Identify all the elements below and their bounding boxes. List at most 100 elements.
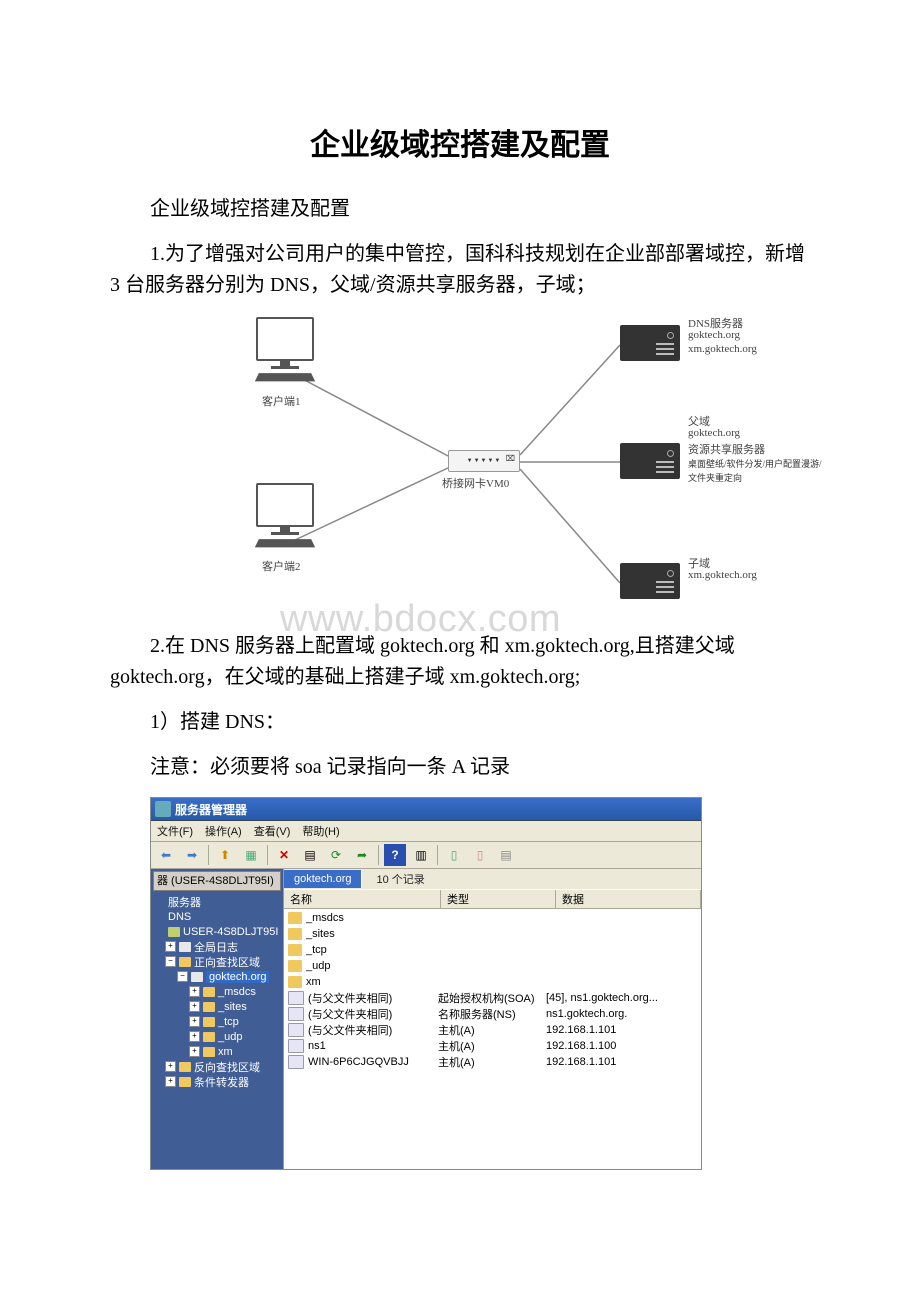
- app-icon: [155, 801, 171, 817]
- record-name: (与父文件夹相同): [308, 990, 438, 1006]
- record-row[interactable]: (与父文件夹相同)起始授权机构(SOA)[45], ns1.goktech.or…: [284, 990, 701, 1006]
- up-button[interactable]: ⬆: [214, 844, 236, 866]
- record-type: 起始授权机构(SOA): [438, 990, 546, 1006]
- menu-help[interactable]: 帮助(H): [302, 823, 339, 839]
- record-name: WIN-6P6CJGQVBJJ: [308, 1056, 438, 1068]
- record-icon: [288, 1055, 304, 1069]
- tree-fwd-zones[interactable]: −正向查找区域: [153, 954, 281, 969]
- record-type: 主机(A): [438, 1038, 546, 1054]
- col-type[interactable]: 类型: [441, 890, 556, 908]
- client2-icon: [250, 483, 320, 553]
- record-name: (与父文件夹相同): [308, 1006, 438, 1022]
- show-button[interactable]: ▦: [240, 844, 262, 866]
- parent-server-icon: [620, 443, 680, 479]
- window-title: 服务器管理器: [175, 801, 247, 818]
- list-button-3[interactable]: ▤: [495, 844, 517, 866]
- client2-label: 客户端2: [262, 558, 301, 574]
- tree-header: 器 (USER-4S8DLJT95I): [153, 871, 281, 891]
- record-name: _tcp: [306, 944, 436, 956]
- properties-button[interactable]: ▤: [299, 844, 321, 866]
- record-name: (与父文件夹相同): [308, 1022, 438, 1038]
- tree-panel: 器 (USER-4S8DLJT95I) 服务器 DNS USER-4S8DLJT…: [151, 869, 284, 1169]
- parent-line2: goktech.org: [688, 427, 740, 439]
- folder-icon: [288, 912, 302, 924]
- tree-dns[interactable]: DNS: [153, 909, 281, 924]
- tree-computer[interactable]: USER-4S8DLJT95I: [153, 924, 281, 939]
- toolbar: ⬅ ➡ ⬆ ▦ ✕ ▤ ⟳ ➦ ? ▥ ▯ ▯ ▤: [151, 842, 701, 869]
- switch-label: 桥接网卡VM0: [442, 475, 509, 491]
- refresh-button[interactable]: ⟳: [325, 844, 347, 866]
- titlebar[interactable]: 服务器管理器: [151, 798, 701, 821]
- menu-file[interactable]: 文件(F): [157, 823, 193, 839]
- tree-global-log[interactable]: +全局日志: [153, 939, 281, 954]
- dns-server-icon: [620, 325, 680, 361]
- menu-action[interactable]: 操作(A): [205, 823, 242, 839]
- network-diagram: 客户端1 客户端2 ▼▼▼▼▼⌧ 桥接网卡VM0 DNS服务器 goktech.…: [190, 315, 730, 625]
- record-rows: _msdcs_sites_tcp_udpxm(与父文件夹相同)起始授权机构(SO…: [284, 909, 701, 1169]
- child-line2: xm.goktech.org: [688, 569, 757, 581]
- record-name: ns1: [308, 1040, 438, 1052]
- folder-icon: [288, 976, 302, 988]
- record-list-panel: goktech.org 10 个记录 名称 类型 数据 _msdcs _sites…: [284, 869, 701, 1169]
- record-row[interactable]: ns1主机(A)192.168.1.100: [284, 1038, 701, 1054]
- paragraph-4: 注意：必须要将 soa 记录指向一条 A 记录: [110, 752, 810, 783]
- menu-view[interactable]: 查看(V): [254, 823, 291, 839]
- record-icon: [288, 1039, 304, 1053]
- tree-tcp[interactable]: +_tcp: [153, 1014, 281, 1029]
- record-name: _sites: [306, 928, 436, 940]
- help-button[interactable]: ?: [384, 844, 406, 866]
- column-headers: 名称 类型 数据: [284, 889, 701, 909]
- record-icon: [288, 1007, 304, 1021]
- tree-cond-fwd[interactable]: +条件转发器: [153, 1074, 281, 1089]
- record-type: 名称服务器(NS): [438, 1006, 546, 1022]
- parent-line3: 资源共享服务器: [688, 441, 765, 457]
- dns-line2: goktech.org: [688, 329, 740, 341]
- server-manager-window: 服务器管理器 文件(F) 操作(A) 查看(V) 帮助(H) ⬅ ➡ ⬆ ▦ ✕…: [150, 797, 702, 1170]
- tree-goktech[interactable]: −goktech.org: [153, 969, 281, 984]
- zone-tab[interactable]: goktech.org: [284, 870, 362, 888]
- tree-rev-zones[interactable]: +反向查找区域: [153, 1059, 281, 1074]
- menubar: 文件(F) 操作(A) 查看(V) 帮助(H): [151, 821, 701, 842]
- forward-button[interactable]: ➡: [181, 844, 203, 866]
- record-icon: [288, 991, 304, 1005]
- doc-title: 企业级域控搭建及配置: [110, 120, 810, 164]
- record-row[interactable]: xm: [284, 974, 701, 990]
- tree-servers[interactable]: 服务器: [153, 894, 281, 909]
- record-row[interactable]: WIN-6P6CJGQVBJJ主机(A)192.168.1.101: [284, 1054, 701, 1070]
- record-name: _udp: [306, 960, 436, 972]
- tree-xm[interactable]: +xm: [153, 1044, 281, 1059]
- back-button[interactable]: ⬅: [155, 844, 177, 866]
- tree-msdcs[interactable]: +_msdcs: [153, 984, 281, 999]
- folder-icon: [288, 944, 302, 956]
- col-name[interactable]: 名称: [284, 890, 441, 908]
- paragraph-2: 2.在 DNS 服务器上配置域 goktech.org 和 xm.goktech…: [110, 631, 810, 693]
- tree-udp[interactable]: +_udp: [153, 1029, 281, 1044]
- tree-sites[interactable]: +_sites: [153, 999, 281, 1014]
- list-button-2[interactable]: ▯: [469, 844, 491, 866]
- record-row[interactable]: _udp: [284, 958, 701, 974]
- parent-line4: 桌面壁纸/软件分发/用户配置漫游/: [688, 457, 822, 470]
- col-data[interactable]: 数据: [556, 890, 701, 908]
- folder-icon: [288, 928, 302, 940]
- record-row[interactable]: _sites: [284, 926, 701, 942]
- record-icon: [288, 1023, 304, 1037]
- parent-line5: 文件夹重定向: [688, 471, 742, 484]
- record-row[interactable]: (与父文件夹相同)主机(A)192.168.1.101: [284, 1022, 701, 1038]
- paragraph-1: 1.为了增强对公司用户的集中管控，国科科技规划在企业部部署域控，新增 3 台服务…: [110, 239, 810, 301]
- switch-icon: ▼▼▼▼▼⌧: [448, 450, 520, 472]
- record-row[interactable]: _msdcs: [284, 910, 701, 926]
- record-data: 192.168.1.101: [546, 1024, 701, 1036]
- record-type: 主机(A): [438, 1022, 546, 1038]
- list-button-1[interactable]: ▯: [443, 844, 465, 866]
- record-data: 192.168.1.100: [546, 1040, 701, 1052]
- record-data: 192.168.1.101: [546, 1056, 701, 1068]
- record-name: _msdcs: [306, 912, 436, 924]
- record-row[interactable]: _tcp: [284, 942, 701, 958]
- record-count: 10 个记录: [362, 871, 424, 887]
- record-row[interactable]: (与父文件夹相同)名称服务器(NS)ns1.goktech.org.: [284, 1006, 701, 1022]
- option-button[interactable]: ▥: [410, 844, 432, 866]
- export-button[interactable]: ➦: [351, 844, 373, 866]
- delete-button[interactable]: ✕: [273, 844, 295, 866]
- record-type: 主机(A): [438, 1054, 546, 1070]
- doc-subtitle: 企业级域控搭建及配置: [110, 194, 810, 225]
